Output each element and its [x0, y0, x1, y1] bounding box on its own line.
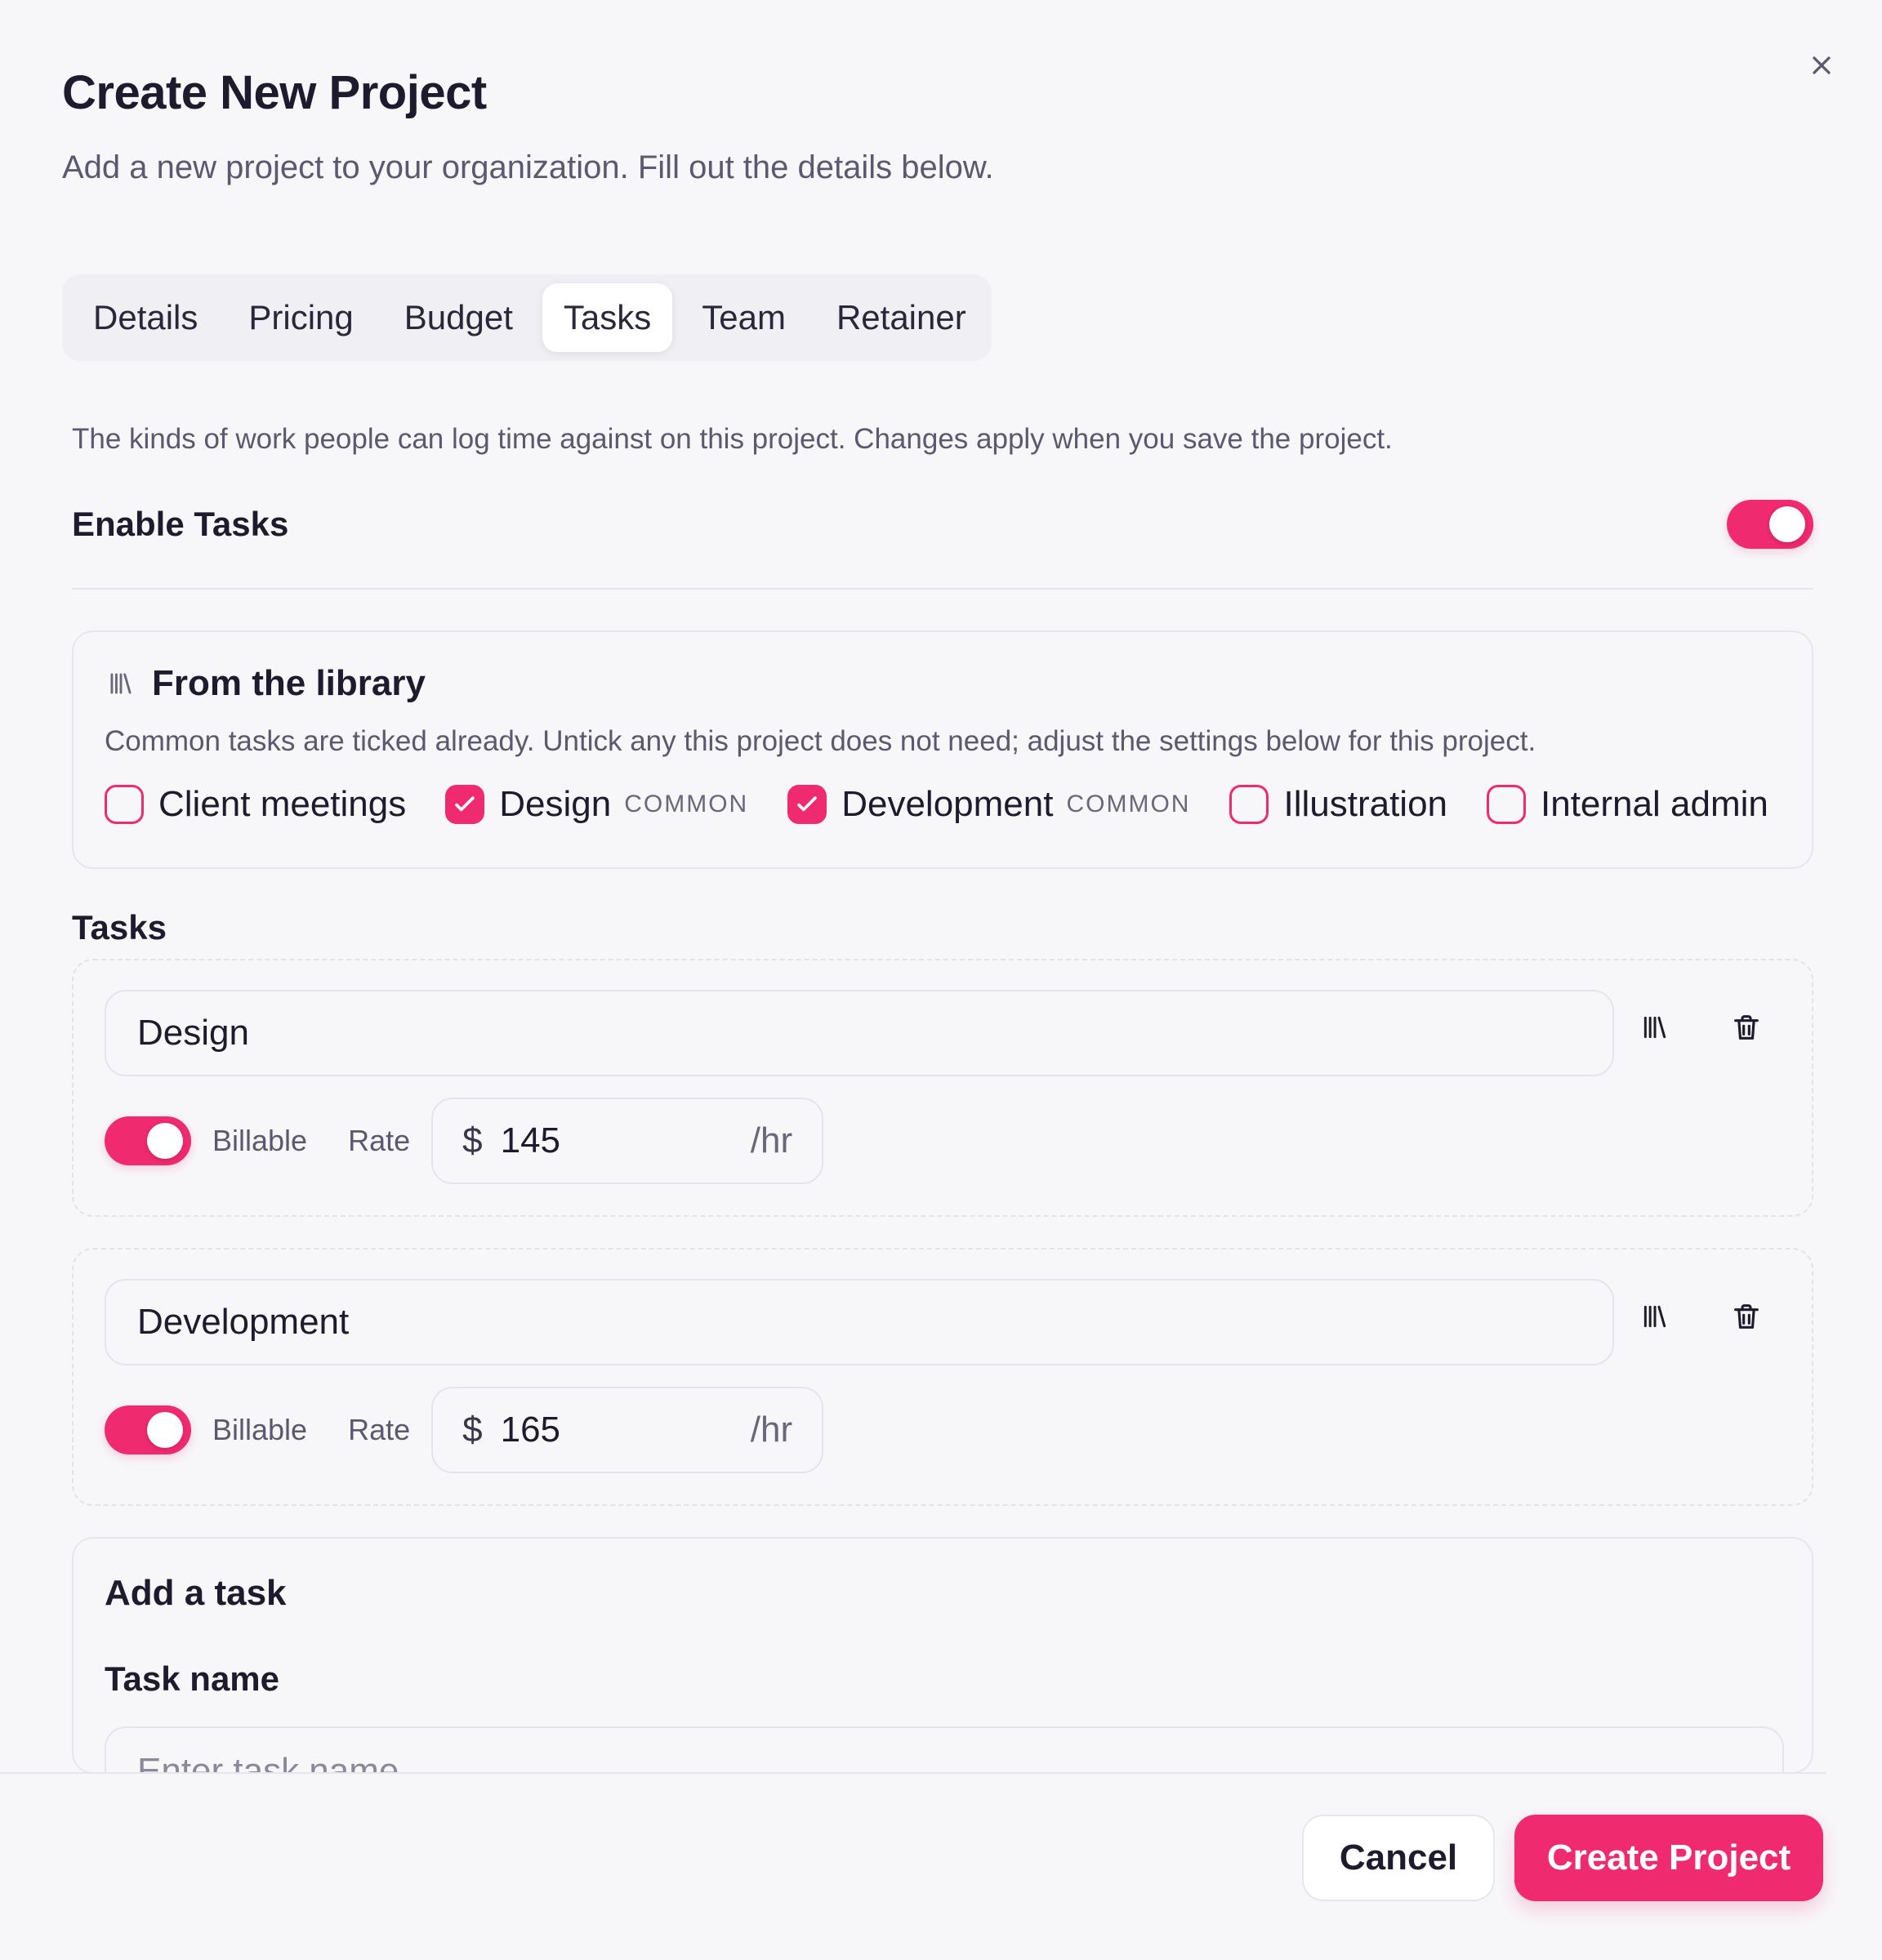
billable-toggle[interactable] [105, 1116, 191, 1165]
delete-task-button[interactable] [1724, 1006, 1769, 1052]
rate-unit: /hr [750, 1410, 793, 1450]
library-item-label: Design [499, 784, 612, 824]
library-item-label: Client meetings [158, 784, 407, 824]
library-icon [105, 667, 137, 700]
library-button[interactable] [1632, 1006, 1678, 1052]
dialog-subtitle: Add a new project to your organization. … [62, 149, 994, 185]
currency-symbol: $ [462, 1410, 483, 1450]
library-button[interactable] [1632, 1295, 1678, 1341]
billable-label: Billable [212, 1413, 308, 1446]
trash-icon [1730, 1011, 1763, 1048]
checkbox[interactable] [1229, 785, 1269, 824]
enable-tasks-toggle[interactable] [1727, 500, 1813, 549]
rate-input[interactable]: $ 145 /hr [431, 1098, 824, 1184]
library-items: Client meetings Design COMMON Developmen [105, 784, 1781, 825]
task-billing-row: Billable Rate $ 145 /hr [105, 1098, 824, 1184]
library-item-label: Development [841, 784, 1054, 824]
checkbox[interactable] [445, 785, 485, 824]
library-icon [1639, 1011, 1671, 1048]
library-item-client-meetings[interactable]: Client meetings [105, 784, 406, 825]
library-title: From the library [152, 663, 426, 703]
rate-input[interactable]: $ 165 /hr [431, 1387, 824, 1473]
tabs: Details Pricing Budget Tasks Team Retain… [62, 274, 992, 361]
checkbox[interactable] [1487, 785, 1527, 824]
tab-team[interactable]: Team [680, 283, 807, 352]
check-icon [455, 796, 475, 812]
library-item-label: Illustration [1283, 784, 1448, 824]
rate-value: 165 [500, 1410, 561, 1450]
rate-value: 145 [500, 1120, 561, 1160]
task-actions [1632, 1295, 1769, 1341]
tasks-description: The kinds of work people can log time ag… [72, 423, 1393, 455]
toggle-knob [147, 1123, 183, 1159]
library-item-internal-admin[interactable]: Internal admin [1487, 784, 1768, 825]
toggle-knob [147, 1412, 183, 1448]
rate-label: Rate [348, 1413, 411, 1446]
tab-details[interactable]: Details [72, 283, 219, 352]
tab-retainer[interactable]: Retainer [815, 283, 988, 352]
task-name-label: Task name [105, 1659, 279, 1698]
library-panel: From the library Common tasks are ticked… [72, 630, 1813, 869]
dialog-title: Create New Project [62, 66, 487, 119]
divider [72, 588, 1813, 590]
create-project-button[interactable]: Create Project [1514, 1815, 1823, 1901]
cancel-button[interactable]: Cancel [1302, 1815, 1495, 1901]
task-billing-row: Billable Rate $ 165 /hr [105, 1387, 824, 1473]
task-card-design: Design Billable Rate $ 145 /hr [72, 959, 1813, 1217]
close-icon [1807, 51, 1836, 84]
rate-unit: /hr [750, 1120, 793, 1160]
library-item-design[interactable]: Design COMMON [445, 784, 748, 825]
billable-label: Billable [212, 1124, 308, 1157]
enable-tasks-label: Enable Tasks [72, 505, 289, 543]
dialog-footer: Cancel Create Project [0, 1774, 1882, 1960]
currency-symbol: $ [462, 1120, 483, 1160]
common-badge: COMMON [1066, 791, 1191, 817]
delete-task-button[interactable] [1724, 1295, 1769, 1341]
library-description: Common tasks are ticked already. Untick … [105, 725, 1536, 757]
add-task-panel: Add a task Task name [72, 1537, 1813, 1774]
checkbox[interactable] [787, 785, 827, 824]
common-badge: COMMON [624, 791, 749, 817]
check-icon [797, 796, 817, 812]
library-item-label: Internal admin [1541, 784, 1768, 824]
toggle-knob [1769, 506, 1805, 542]
library-icon [1639, 1300, 1671, 1337]
library-header: From the library [105, 663, 1781, 704]
enable-tasks-row: Enable Tasks [72, 500, 1813, 549]
tab-pricing[interactable]: Pricing [227, 283, 374, 352]
task-card-development: Development Billable Rate $ 165 /hr [72, 1248, 1813, 1506]
billable-toggle[interactable] [105, 1405, 191, 1454]
tab-budget[interactable]: Budget [383, 283, 534, 352]
new-task-name-input[interactable] [105, 1726, 1784, 1772]
tasks-title: Tasks [72, 908, 167, 947]
add-task-title: Add a task [105, 1573, 287, 1613]
trash-icon [1730, 1300, 1763, 1337]
close-button[interactable] [1795, 41, 1848, 93]
tab-tasks[interactable]: Tasks [542, 283, 673, 352]
task-actions [1632, 1006, 1769, 1052]
library-item-illustration[interactable]: Illustration [1229, 784, 1447, 825]
create-project-dialog: Create New Project Add a new project to … [0, 0, 1882, 1960]
task-name-field[interactable]: Development [105, 1279, 1614, 1365]
rate-label: Rate [348, 1124, 411, 1157]
checkbox[interactable] [105, 785, 144, 824]
library-item-development[interactable]: Development COMMON [787, 784, 1190, 825]
task-name-field[interactable]: Design [105, 990, 1614, 1076]
